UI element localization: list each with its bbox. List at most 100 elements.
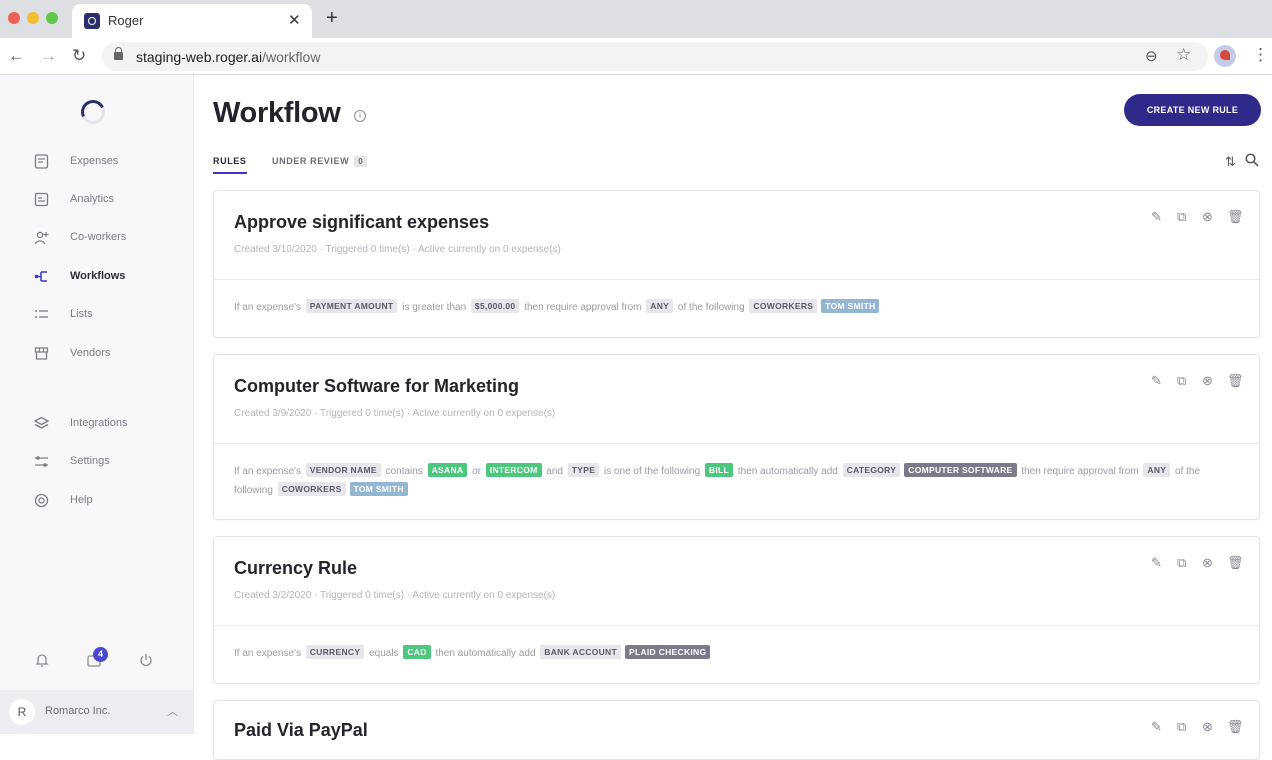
new-tab-icon[interactable]: +	[326, 8, 338, 28]
sidebar-item-help[interactable]: Help	[30, 490, 180, 514]
search-icon[interactable]	[1245, 153, 1259, 170]
page-title: Workflow	[213, 97, 341, 129]
rule-chip: COWORKERS	[749, 299, 818, 313]
rule-actions: ✎ ⧉ ⊗ 🗑	[1151, 719, 1244, 735]
edit-icon[interactable]: ✎	[1151, 209, 1162, 225]
receipt-icon	[34, 154, 49, 169]
delete-icon[interactable]: 🗑	[1227, 209, 1244, 225]
rule-chip: ANY	[646, 299, 674, 313]
browser-menu-icon[interactable]: ⋮	[1252, 44, 1269, 66]
rule-chip: BILL	[704, 463, 734, 477]
list-icon	[34, 307, 49, 322]
add-user-icon	[34, 230, 49, 245]
sidebar-footer-icons: 4	[0, 647, 194, 677]
sidebar-item-label: Integrations	[70, 417, 128, 429]
under-review-count: 0	[354, 156, 368, 167]
minimize-window-button[interactable]	[27, 12, 39, 24]
zoom-icon[interactable]: ⊖	[1145, 47, 1158, 65]
bookmark-star-icon[interactable]: ☆	[1176, 45, 1191, 65]
lock-icon	[114, 47, 123, 60]
close-tab-icon[interactable]: ✕	[288, 11, 301, 29]
address-bar[interactable]: staging-web.roger.ai/workflow ⊖ ☆	[102, 42, 1208, 71]
duplicate-icon[interactable]: ⧉	[1177, 209, 1186, 225]
duplicate-icon[interactable]: ⧉	[1177, 719, 1186, 735]
power-icon[interactable]	[137, 652, 155, 670]
duplicate-icon[interactable]: ⧉	[1177, 555, 1186, 571]
browser-toolbar: ← → ↻ staging-web.roger.ai/workflow ⊖ ☆	[0, 38, 1272, 75]
rule-actions: ✎ ⧉ ⊗ 🗑	[1151, 209, 1244, 225]
delete-icon[interactable]: 🗑	[1227, 719, 1244, 735]
create-new-rule-button[interactable]: CREATE NEW RULE	[1124, 94, 1261, 126]
disable-icon[interactable]: ⊗	[1202, 555, 1213, 571]
rule-chip: PLAID CHECKING	[625, 645, 711, 659]
rule-text: If an expense's	[234, 302, 304, 313]
url-text: staging-web.roger.ai/workflow	[136, 49, 321, 65]
store-icon	[34, 346, 49, 361]
rule-chip: ASANA	[427, 463, 468, 477]
maximize-window-button[interactable]	[46, 12, 58, 24]
rule-chip: $5,000.00	[470, 299, 520, 313]
sidebar-item-settings[interactable]: Settings	[30, 451, 180, 475]
notification-badge: 4	[93, 647, 108, 662]
rule-chip: CATEGORY	[842, 463, 901, 477]
sidebar-item-label: Analytics	[70, 193, 115, 205]
sort-icon[interactable]: ⇅	[1225, 154, 1236, 170]
rule-chip: TYPE	[567, 463, 600, 477]
delete-icon[interactable]: 🗑	[1227, 373, 1244, 389]
tab-under-review[interactable]: UNDER REVIEW 0	[272, 156, 368, 167]
bell-icon[interactable]	[33, 652, 51, 670]
rule-text: of the following	[675, 302, 748, 313]
rule-meta: Created 3/2/2020 · Triggered 0 time(s) ·…	[234, 590, 556, 601]
sidebar-item-lists[interactable]: Lists	[30, 304, 180, 328]
delete-icon[interactable]: 🗑	[1227, 555, 1244, 571]
rule-chip: ANY	[1143, 463, 1171, 477]
rule-card: Computer Software for Marketing Created …	[213, 354, 1260, 520]
rule-text: or	[469, 466, 484, 477]
rule-actions: ✎ ⧉ ⊗ 🗑	[1151, 555, 1244, 571]
chevron-up-icon: ︿	[167, 706, 178, 718]
forward-icon[interactable]: →	[40, 46, 57, 66]
rule-condition: If an expense's VENDOR NAME contains ASA…	[234, 462, 1219, 500]
rule-chip: INTERCOM	[485, 463, 542, 477]
org-avatar: R	[9, 699, 35, 725]
back-icon[interactable]: ←	[8, 46, 25, 66]
duplicate-icon[interactable]: ⧉	[1177, 373, 1186, 389]
rule-chip: COMPUTER SOFTWARE	[904, 463, 1017, 477]
sidebar-item-co-workers[interactable]: Co-workers	[30, 227, 180, 251]
roger-favicon-icon	[84, 13, 100, 29]
tab-rules[interactable]: RULES	[213, 156, 247, 166]
disable-icon[interactable]: ⊗	[1202, 209, 1213, 225]
info-icon[interactable]: i	[354, 110, 366, 122]
rule-text: equals	[366, 648, 402, 659]
disable-icon[interactable]: ⊗	[1202, 373, 1213, 389]
sidebar-item-label: Workflows	[70, 270, 126, 282]
rule-text: is one of the following	[601, 466, 703, 477]
edit-icon[interactable]: ✎	[1151, 555, 1162, 571]
rule-divider	[214, 625, 1259, 626]
edit-icon[interactable]: ✎	[1151, 373, 1162, 389]
edit-icon[interactable]: ✎	[1151, 719, 1162, 735]
rule-text: then automatically add	[432, 648, 539, 659]
rule-text: If an expense's	[234, 466, 304, 477]
close-window-button[interactable]	[8, 12, 20, 24]
disable-icon[interactable]: ⊗	[1202, 719, 1213, 735]
active-tab-underline	[213, 172, 247, 174]
rule-chip: COWORKERS	[277, 482, 346, 496]
rule-actions: ✎ ⧉ ⊗ 🗑	[1151, 373, 1244, 389]
rule-condition: If an expense's PAYMENT AMOUNT is greate…	[234, 298, 1219, 317]
rule-meta: Created 3/10/2020 · Triggered 0 time(s) …	[234, 244, 561, 255]
reload-icon[interactable]: ↻	[72, 46, 86, 66]
sidebar-item-label: Settings	[70, 455, 110, 467]
profile-avatar-icon[interactable]	[1214, 45, 1236, 67]
browser-tab[interactable]: Roger ✕	[72, 4, 312, 38]
sidebar-item-expenses[interactable]: Expenses	[30, 151, 180, 175]
organization-switcher[interactable]: R Romarco Inc. ︿	[0, 690, 194, 734]
sidebar-item-integrations[interactable]: Integrations	[30, 413, 180, 437]
layers-icon	[33, 416, 50, 431]
sidebar-item-label: Vendors	[70, 347, 111, 359]
roger-logo-icon	[77, 96, 109, 128]
sidebar-item-workflows[interactable]: Workflows	[30, 266, 180, 290]
sidebar-item-vendors[interactable]: Vendors	[30, 343, 180, 367]
rule-card: Paid Via PayPal ✎ ⧉ ⊗ 🗑	[213, 700, 1260, 760]
sidebar-item-analytics[interactable]: Analytics	[30, 189, 180, 213]
